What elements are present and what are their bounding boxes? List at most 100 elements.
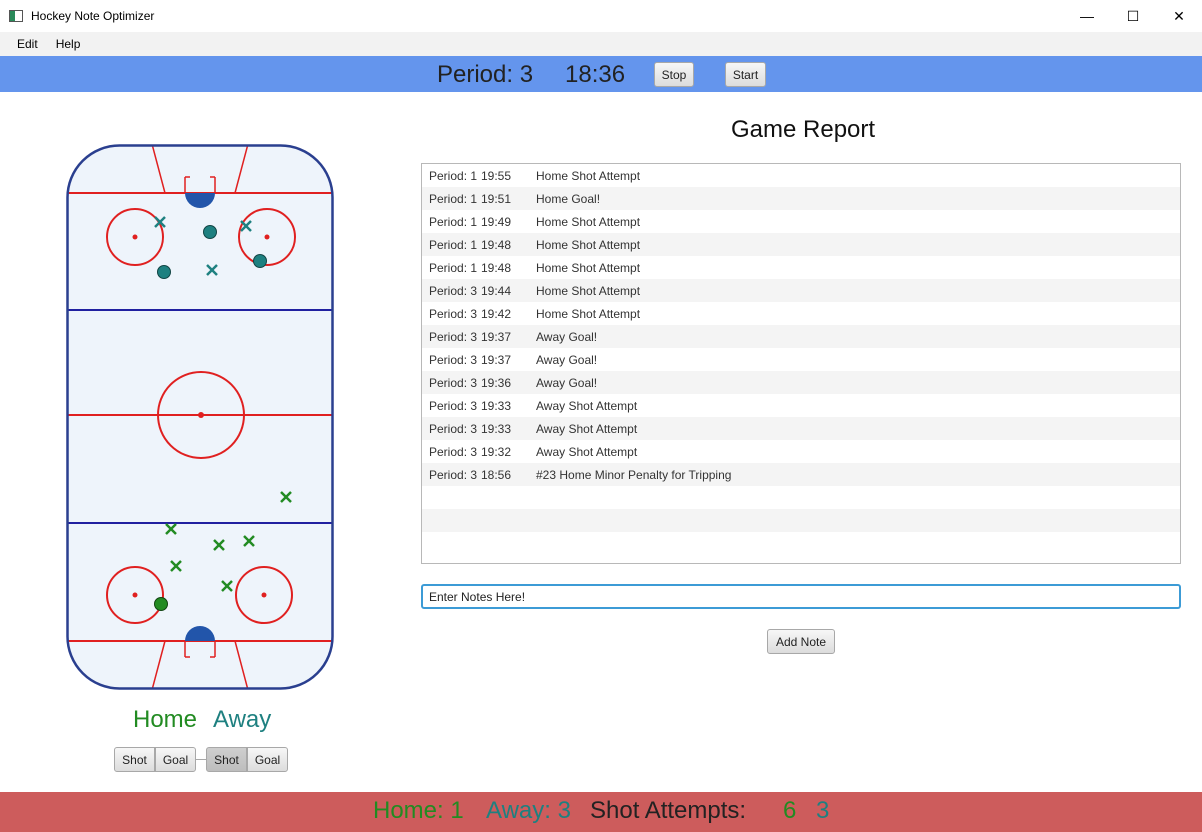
report-row[interactable]: Period: 1 19:55 Home Shot Attempt xyxy=(422,164,1180,187)
report-desc: Away Goal! xyxy=(536,352,598,367)
center-dot xyxy=(198,412,204,418)
report-desc: #23 Home Minor Penalty for Tripping xyxy=(536,467,732,482)
report-desc: Away Goal! xyxy=(536,375,598,390)
away-shot-button[interactable]: Shot xyxy=(206,747,247,772)
report-desc: Home Shot Attempt xyxy=(536,214,641,229)
report-row[interactable]: Period: 3 18:56 #23 Home Minor Penalty for… xyxy=(422,463,1180,486)
away-goal-marker xyxy=(157,265,171,279)
faceoff-dot xyxy=(132,234,138,240)
report-time: 19:32 xyxy=(481,444,512,459)
home-goal-button[interactable]: Goal xyxy=(155,747,196,772)
home-shot-count: 6 xyxy=(783,797,797,824)
report-desc: Home Shot Attempt xyxy=(536,237,641,252)
report-desc: Home Shot Attempt xyxy=(536,283,641,298)
report-row[interactable]: Period: 3 19:42 Home Shot Attempt xyxy=(422,302,1180,325)
title-bar: Hockey Note Optimizer — ☐ ✕ xyxy=(0,0,1202,32)
window-controls: — ☐ ✕ xyxy=(1064,0,1202,32)
away-label: Away xyxy=(213,706,272,733)
close-button[interactable]: ✕ xyxy=(1156,0,1202,32)
report-row[interactable]: Period: 3 19:37 Away Goal! xyxy=(422,325,1180,348)
report-time: 19:44 xyxy=(481,283,512,298)
report-period: Period: 1 xyxy=(429,237,478,252)
report-period: Period: 3 xyxy=(429,283,478,298)
report-period: Period: 3 xyxy=(429,444,478,459)
shot-attempts-label: Shot Attempts: xyxy=(590,797,747,824)
report-time: 19:36 xyxy=(481,375,512,390)
report-desc: Home Shot Attempt xyxy=(536,168,641,183)
away-shot-count: 3 xyxy=(816,797,830,824)
home-score: Home: 1 xyxy=(373,797,464,824)
report-row[interactable] xyxy=(422,486,1180,509)
away-goal-button[interactable]: Goal xyxy=(247,747,288,772)
report-row[interactable]: Period: 1 19:51 Home Goal! xyxy=(422,187,1180,210)
game-report-title: Game Report xyxy=(731,116,876,143)
report-time: 19:48 xyxy=(481,260,512,275)
window-title: Hockey Note Optimizer xyxy=(31,9,155,23)
report-time: 19:55 xyxy=(481,168,512,183)
report-desc: Away Shot Attempt xyxy=(536,398,638,413)
report-time: 19:42 xyxy=(481,306,512,321)
game-clock-bar: Period: 3 18:36 Stop Start xyxy=(0,56,1202,92)
report-time: 19:37 xyxy=(481,329,512,344)
report-time: 19:33 xyxy=(481,421,512,436)
report-desc: Away Goal! xyxy=(536,329,598,344)
minimize-button[interactable]: — xyxy=(1064,0,1110,32)
away-score: Away: 3 xyxy=(486,797,571,824)
report-period: Period: 1 xyxy=(429,214,478,229)
score-bar: Home: 1 Away: 3 Shot Attempts: 6 3 xyxy=(0,792,1202,832)
notes-input[interactable] xyxy=(421,584,1181,609)
faceoff-dot xyxy=(132,592,138,598)
game-report-list[interactable]: Period: 1 19:55 Home Shot Attempt Period: 1… xyxy=(421,163,1181,564)
report-row[interactable] xyxy=(422,532,1180,555)
report-period: Period: 1 xyxy=(429,191,478,206)
report-period: Period: 1 xyxy=(429,168,478,183)
report-desc: Home Shot Attempt xyxy=(536,260,641,275)
report-time: 19:48 xyxy=(481,237,512,252)
report-time: 18:56 xyxy=(481,467,512,482)
report-desc: Home Shot Attempt xyxy=(536,306,641,321)
add-note-button[interactable]: Add Note xyxy=(767,629,835,654)
report-row[interactable]: Period: 3 19:37 Away Goal! xyxy=(422,348,1180,371)
menu-help[interactable]: Help xyxy=(47,37,90,51)
report-period: Period: 3 xyxy=(429,306,478,321)
period-label: Period: 3 xyxy=(437,61,534,88)
report-period: Period: 1 xyxy=(429,260,478,275)
away-goal-marker xyxy=(203,225,217,239)
report-period: Period: 3 xyxy=(429,375,478,390)
report-row[interactable]: Period: 1 19:48 Home Shot Attempt xyxy=(422,256,1180,279)
toggle-divider xyxy=(196,759,206,760)
report-desc: Home Goal! xyxy=(536,191,601,206)
home-label: Home xyxy=(133,706,198,733)
start-button[interactable]: Start xyxy=(725,62,766,87)
report-time: 19:51 xyxy=(481,191,512,206)
report-row[interactable]: Period: 1 19:49 Home Shot Attempt xyxy=(422,210,1180,233)
stop-button[interactable]: Stop xyxy=(654,62,694,87)
report-row[interactable]: Period: 3 19:32 Away Shot Attempt xyxy=(422,440,1180,463)
report-time: 19:37 xyxy=(481,352,512,367)
report-row[interactable]: Period: 3 19:44 Home Shot Attempt xyxy=(422,279,1180,302)
app-icon xyxy=(9,10,23,22)
home-goal-marker xyxy=(154,597,168,611)
report-period: Period: 3 xyxy=(429,398,478,413)
report-desc: Away Shot Attempt xyxy=(536,421,638,436)
report-row[interactable]: Period: 3 19:33 Away Shot Attempt xyxy=(422,394,1180,417)
report-period: Period: 3 xyxy=(429,467,478,482)
menu-bar: Edit Help xyxy=(0,32,1202,56)
report-period: Period: 3 xyxy=(429,352,478,367)
report-period: Period: 3 xyxy=(429,421,478,436)
report-period: Period: 3 xyxy=(429,329,478,344)
game-clock: 18:36 xyxy=(565,61,626,88)
hockey-rink[interactable] xyxy=(66,144,334,690)
home-shot-button[interactable]: Shot xyxy=(114,747,155,772)
report-desc: Away Shot Attempt xyxy=(536,444,638,459)
report-row[interactable]: Period: 3 19:33 Away Shot Attempt xyxy=(422,417,1180,440)
report-row[interactable]: Period: 1 19:48 Home Shot Attempt xyxy=(422,233,1180,256)
report-row[interactable] xyxy=(422,509,1180,532)
menu-edit[interactable]: Edit xyxy=(8,37,47,51)
report-time: 19:49 xyxy=(481,214,512,229)
faceoff-dot xyxy=(261,592,267,598)
away-goal-marker xyxy=(253,254,267,268)
maximize-button[interactable]: ☐ xyxy=(1110,0,1156,32)
report-row[interactable]: Period: 3 19:36 Away Goal! xyxy=(422,371,1180,394)
report-time: 19:33 xyxy=(481,398,512,413)
